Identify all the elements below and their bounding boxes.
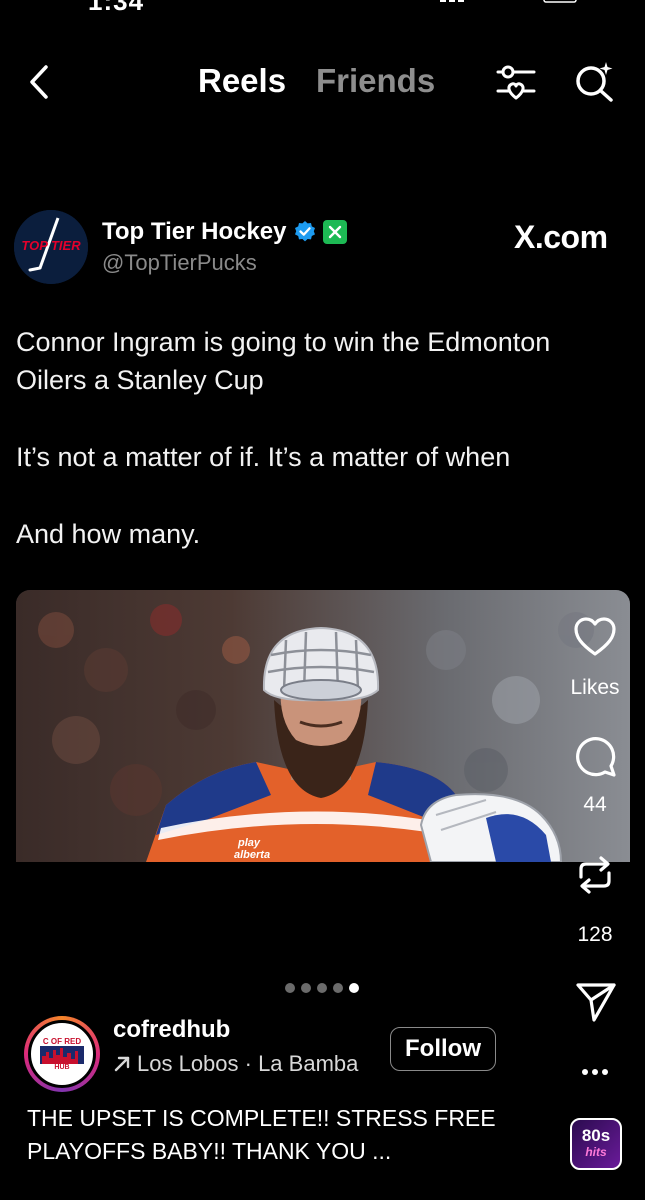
jersey-text-2: alberta [234,849,270,861]
more-dots-icon [582,1069,608,1075]
likes-label: Likes [570,676,620,699]
carousel-dot [301,983,311,993]
jersey-text-1: play [237,837,261,849]
chevron-left-icon [30,65,48,99]
tab-reels[interactable]: Reels [198,62,286,100]
audio-thumb-line2: hits [585,1145,607,1159]
author-username[interactable]: cofredhub [113,1016,230,1044]
search-sparkle-icon [576,62,613,102]
audio-attribution[interactable]: Los Lobos · La Bamba [113,1051,358,1077]
comments-count: 44 [583,793,607,816]
filter-button[interactable] [494,60,538,104]
reel-caption[interactable]: THE UPSET IS COMPLETE!! STRESS FREE PLAY… [27,1102,557,1168]
carousel-dot [333,983,343,993]
tweet-media-image[interactable]: play alberta [16,590,630,862]
carousel-indicator [285,983,359,993]
carousel-dot [317,983,327,993]
tweet-paragraph-2: It’s not a matter of if. It’s a matter o… [16,442,511,472]
search-button[interactable] [572,58,618,104]
arrow-up-right-icon [114,1056,130,1072]
tab-friends[interactable]: Friends [316,62,435,100]
send-icon[interactable] [574,980,618,1024]
follow-button[interactable]: Follow [390,1027,496,1071]
reposts-count: 128 [577,923,613,946]
more-options-button[interactable] [572,1055,618,1085]
carousel-dot-active [349,983,359,993]
tweet-site-label: X.com [514,219,608,255]
back-button[interactable] [22,60,58,104]
sliders-heart-icon [496,65,536,100]
comment-icon[interactable] [573,734,617,778]
audio-thumb-line1: 80s [581,1126,611,1145]
tweet-author-name[interactable]: Top Tier Hockey [102,218,287,246]
x-badge-icon [322,220,347,244]
tweet-avatar-text: TOP TIER [21,238,81,253]
tweet-avatar[interactable]: TOP TIER [14,210,88,284]
status-time: 1:34 [88,0,145,16]
verified-badge-icon [294,221,315,242]
tweet-paragraph-3: And how many. [16,519,201,549]
author-avatar[interactable]: C OF RED HUB [24,1016,100,1092]
author-avatar-line2: HUB [54,1064,70,1071]
tweet-name-row: Top Tier Hockey [102,218,347,246]
skyline-icon [40,1046,84,1064]
author-avatar-line1: C OF RED [42,1037,82,1046]
heart-icon[interactable] [573,615,617,659]
repost-icon[interactable] [573,853,617,897]
status-indicators [440,0,580,8]
carousel-dot [285,983,295,993]
tweet-handle[interactable]: @TopTierPucks [102,250,257,276]
tweet-paragraph-1: Connor Ingram is going to win the Edmont… [16,327,551,395]
audio-thumbnail[interactable]: 80s hits [570,1118,622,1170]
audio-title: Los Lobos · La Bamba [137,1051,359,1076]
